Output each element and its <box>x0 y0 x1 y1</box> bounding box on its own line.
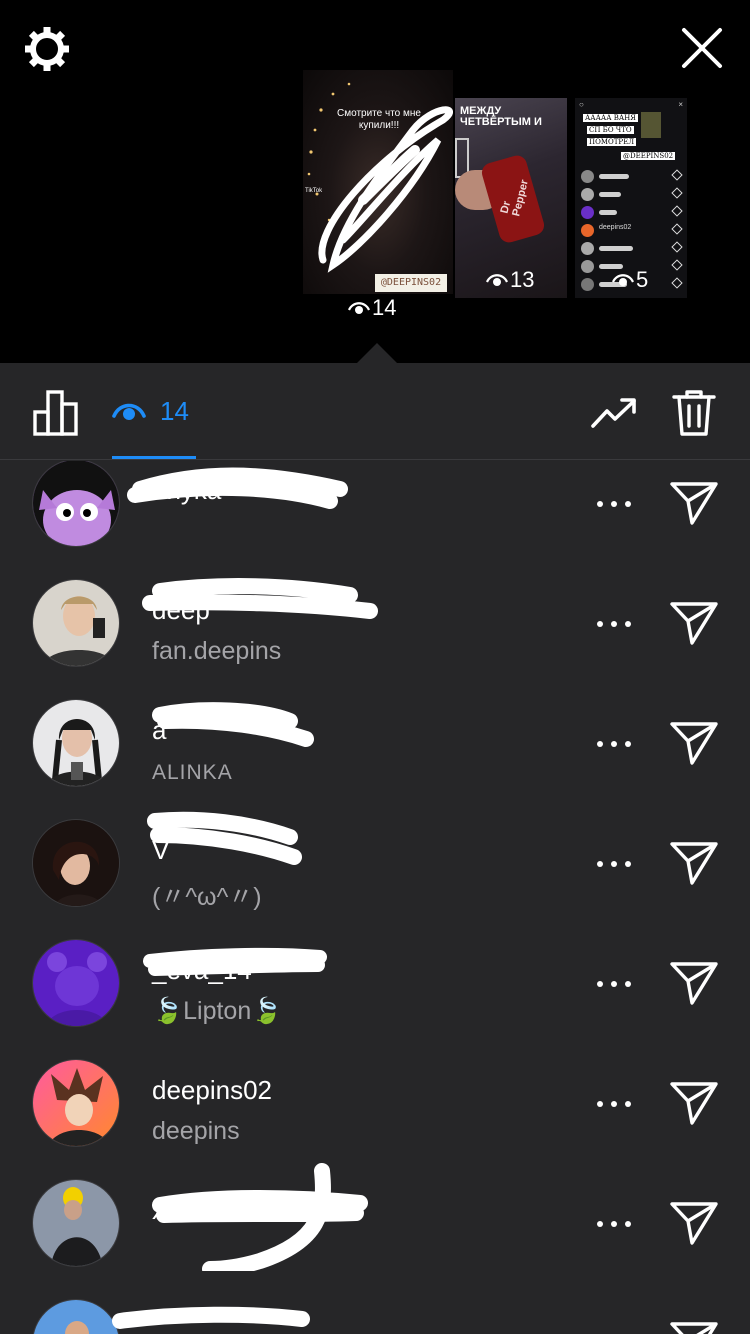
selection-caret <box>357 343 397 363</box>
avatar[interactable] <box>32 1179 120 1267</box>
viewer-fullname: deepins <box>152 1117 240 1145</box>
scribble-overlay <box>318 106 453 273</box>
mini-row <box>579 204 683 222</box>
more-dots-icon[interactable] <box>594 1097 634 1111</box>
viewer-fullname: 🍃Lipton🍃 <box>152 997 283 1025</box>
send-icon[interactable] <box>668 959 720 1007</box>
viewer-username[interactable]: _eva_14 <box>152 955 252 986</box>
avatar[interactable] <box>32 1059 120 1147</box>
send-icon[interactable] <box>668 1319 720 1334</box>
trending-up-icon[interactable] <box>590 393 638 433</box>
soda-can: Dr Pepper <box>479 153 547 245</box>
trash-icon[interactable] <box>672 388 716 438</box>
gear-icon[interactable] <box>22 24 72 74</box>
mini-row: deepins02 <box>579 222 683 240</box>
avatar[interactable] <box>32 819 120 907</box>
tab-viewers[interactable]: 14 <box>112 391 189 431</box>
story-3-views-count: 5 <box>636 267 649 292</box>
avatar[interactable] <box>32 699 120 787</box>
viewer-username[interactable]: x <box>152 1195 165 1226</box>
avatar[interactable] <box>32 1299 120 1334</box>
list-item[interactable]: x <box>0 1151 750 1271</box>
story-1-views-count: 14 <box>372 295 397 320</box>
story-3-views: 5 <box>612 268 648 292</box>
eye-icon <box>486 274 508 286</box>
avatar-art <box>33 1180 119 1266</box>
more-dots-icon[interactable] <box>594 617 634 631</box>
story-3-photo <box>641 112 661 138</box>
send-icon[interactable] <box>668 479 720 527</box>
viewer-username[interactable]: V <box>152 835 169 866</box>
viewer-fullname: fan.deepins <box>152 637 282 665</box>
story-2-views-count: 13 <box>510 267 535 292</box>
story-3-header-3: ПОМОТРЕЛ <box>587 138 637 146</box>
viewer-fullname: ALINKA <box>152 761 233 784</box>
mini-row-label: deepins02 <box>599 224 632 231</box>
send-icon[interactable] <box>668 839 720 887</box>
viewer-username[interactable]: deep <box>152 595 210 626</box>
send-icon[interactable] <box>668 1079 720 1127</box>
bar-chart-icon[interactable] <box>32 390 80 436</box>
more-dots-icon[interactable] <box>594 497 634 511</box>
viewer-username[interactable]: a <box>152 715 166 746</box>
story-2-views: 13 <box>486 268 534 292</box>
close-icon[interactable] <box>676 22 728 74</box>
avatar-art <box>33 700 119 786</box>
eye-icon <box>612 274 634 286</box>
list-item[interactable]: deepins02 deepins <box>0 1031 750 1151</box>
eye-icon <box>112 403 146 420</box>
send-icon[interactable] <box>668 1199 720 1247</box>
avatar-art <box>33 1060 119 1146</box>
mini-row <box>579 186 683 204</box>
list-item[interactable]: deep fan.deepins <box>0 551 750 671</box>
story-3-header-1: ААААА ВАНЯ <box>583 114 638 122</box>
viewer-username[interactable]: anyka <box>152 475 221 506</box>
list-item[interactable]: a ALINKA <box>0 671 750 791</box>
avatar[interactable] <box>32 579 120 667</box>
avatar-art <box>33 940 119 1026</box>
more-dots-icon[interactable] <box>594 1217 634 1231</box>
viewer-fullname: (〃^ω^〃) <box>152 883 262 911</box>
send-icon[interactable] <box>668 719 720 767</box>
mini-gear-icon: ○ <box>579 100 584 109</box>
avatar-art <box>33 580 119 666</box>
list-item[interactable] <box>0 1271 750 1334</box>
mini-row <box>579 168 683 186</box>
mini-row <box>579 240 683 258</box>
viewers-count: 14 <box>160 395 189 426</box>
more-dots-icon[interactable] <box>594 977 634 991</box>
story-2-caption: МЕЖДУ ЧЕТВЁРТЫМ И <box>460 105 542 128</box>
viewers-list: anyka deep fan.deepins a ALINKA V (〃^ω^〃… <box>0 461 750 1334</box>
story-preview-area: Смотрите что мне купили!!! TikTok @DEEPI… <box>0 0 750 363</box>
send-icon[interactable] <box>668 599 720 647</box>
list-item[interactable]: _eva_14 🍃Lipton🍃 <box>0 911 750 1031</box>
story-3-header-2: СП БО ЧТО <box>587 126 634 134</box>
viewer-username[interactable]: deepins02 <box>152 1075 272 1106</box>
story-3-tag: @DEEPINS02 <box>621 152 676 160</box>
avatar[interactable] <box>32 461 120 547</box>
avatar-art <box>33 461 119 546</box>
viewers-toolbar: 14 <box>0 363 750 460</box>
avatar-art <box>33 1300 119 1334</box>
avatar-art <box>33 820 119 906</box>
eye-icon <box>348 302 370 314</box>
can-label: Dr Pepper <box>498 178 531 218</box>
mini-close-icon: × <box>678 100 683 109</box>
list-item[interactable]: anyka <box>0 461 750 551</box>
avatar[interactable] <box>32 939 120 1027</box>
more-dots-icon[interactable] <box>594 737 634 751</box>
list-item[interactable]: V (〃^ω^〃) <box>0 791 750 911</box>
more-dots-icon[interactable] <box>594 857 634 871</box>
story-1-views: 14 <box>348 296 396 320</box>
active-tab-indicator <box>112 456 196 459</box>
story-thumbnail-1[interactable]: Смотрите что мне купили!!! TikTok @DEEPI… <box>303 70 453 294</box>
